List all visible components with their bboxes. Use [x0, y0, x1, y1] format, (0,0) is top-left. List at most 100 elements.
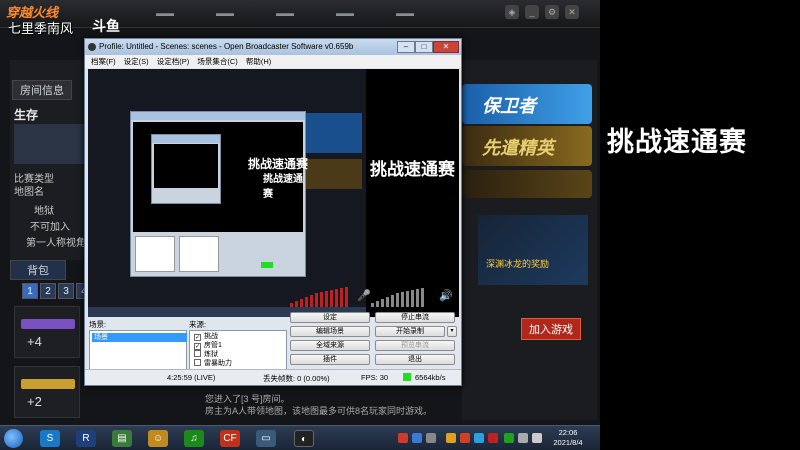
- obs-taskbar-icon[interactable]: ◐: [294, 430, 314, 447]
- nested-status-light: [261, 262, 273, 268]
- reward-panel: 深渊冰龙的奖励: [478, 215, 588, 285]
- browser-icon[interactable]: S: [40, 430, 60, 447]
- app-icon[interactable]: ☺: [148, 430, 168, 447]
- room-info-button[interactable]: 房间信息: [12, 80, 72, 100]
- game-tab[interactable]: ▬▬: [200, 4, 250, 22]
- game-tab[interactable]: ▬▬: [320, 4, 370, 22]
- minimize-button[interactable]: –: [397, 41, 415, 53]
- stop-stream-button[interactable]: 停止串流: [375, 312, 455, 323]
- game-icon[interactable]: CF: [220, 430, 240, 447]
- gear-icon[interactable]: ⚙: [545, 5, 559, 19]
- music-icon[interactable]: ♫: [184, 430, 204, 447]
- reward-text: 深渊冰龙的奖励: [486, 259, 550, 269]
- maximize-button[interactable]: □: [415, 41, 433, 53]
- obs-status-bar: 4:25:59 (LIVE) 丢失帧数: 0 (0.00%) FPS: 30 6…: [85, 369, 461, 385]
- tray-icon[interactable]: [398, 433, 408, 443]
- source-name: 挑战: [204, 333, 218, 340]
- close-button[interactable]: ✕: [433, 41, 459, 53]
- checkbox[interactable]: [194, 359, 201, 366]
- mode-banner-3[interactable]: [462, 170, 592, 198]
- page-button-3[interactable]: 3: [58, 283, 74, 299]
- settings-button[interactable]: 设定: [290, 312, 370, 323]
- weapon-slot[interactable]: +4: [14, 306, 80, 358]
- tray-icon[interactable]: [460, 433, 470, 443]
- checkbox[interactable]: ✓: [194, 343, 201, 350]
- volume-icon[interactable]: [532, 433, 542, 443]
- slot-count: +4: [27, 334, 42, 349]
- backpack-tab[interactable]: 背包: [10, 260, 66, 280]
- platform-watermark: 斗鱼: [92, 18, 120, 34]
- nested-obs-window: 挑战速通赛: [130, 111, 306, 277]
- tray-icon[interactable]: [474, 433, 484, 443]
- speaker-icon[interactable]: 🔊: [439, 289, 453, 303]
- microphone-icon[interactable]: 🎤: [357, 289, 371, 303]
- app-icon[interactable]: ▤: [112, 430, 132, 447]
- game-tab[interactable]: ▬▬: [380, 4, 430, 22]
- app-icon[interactable]: R: [76, 430, 96, 447]
- page-button-2[interactable]: 2: [40, 283, 56, 299]
- source-item[interactable]: 炼狱: [194, 350, 218, 359]
- taskbar-clock[interactable]: 22:06 2021/8/4: [548, 428, 588, 448]
- menu-help[interactable]: 帮助(H): [246, 55, 271, 68]
- fps-readout: FPS: 30: [361, 373, 389, 382]
- menu-settings[interactable]: 设定(S): [124, 55, 149, 68]
- source-item[interactable]: 雷暴助力: [194, 359, 232, 368]
- mode-banner-defender[interactable]: 保卫者: [462, 84, 592, 124]
- tray-icon[interactable]: [426, 433, 436, 443]
- menu-profiles[interactable]: 设定档(P): [157, 55, 190, 68]
- weapon-image: [21, 379, 75, 389]
- checkbox[interactable]: ✓: [194, 334, 201, 341]
- sources-label: 来源:: [189, 320, 207, 329]
- nested-preview-2: [154, 144, 218, 188]
- game-tab[interactable]: ▬▬: [260, 4, 310, 22]
- source-item[interactable]: ✓ 房管1: [194, 341, 222, 350]
- menu-scene-collection[interactable]: 场景集合(C): [197, 55, 237, 68]
- source-item[interactable]: ✓ 挑战: [194, 332, 218, 341]
- chat-line: 房主为A人带领地图，该地图最多可供8名玩家同时游戏。: [205, 406, 433, 416]
- join-game-button[interactable]: 加入游戏: [521, 318, 581, 340]
- menu-file[interactable]: 档案(F): [91, 55, 116, 68]
- game-tab[interactable]: ▬▬: [140, 4, 190, 22]
- nested-scene-list: [135, 236, 175, 272]
- start-recording-button[interactable]: 开始录制: [375, 326, 445, 337]
- mic-volume-meter[interactable]: [290, 287, 356, 307]
- nested-title-bar: [131, 112, 305, 120]
- preview-stream-button[interactable]: 预览串流: [375, 340, 455, 351]
- global-sources-button[interactable]: 全域来源: [290, 340, 370, 351]
- close-icon[interactable]: ✕: [565, 5, 579, 19]
- weapon-image: [21, 319, 75, 329]
- shield-icon[interactable]: ◈: [505, 5, 519, 19]
- mode-banner-elite[interactable]: 先遣精英: [462, 126, 592, 166]
- desktop-volume-meter[interactable]: [371, 287, 437, 307]
- edit-scene-button[interactable]: 编辑场景: [290, 326, 370, 337]
- scene-list[interactable]: 场景: [89, 330, 187, 370]
- preview-stream-title: 挑战速通赛: [370, 160, 455, 179]
- checkbox[interactable]: [194, 350, 201, 357]
- bitrate-readout: 6564kb/s: [415, 373, 446, 382]
- plugins-button[interactable]: 插件: [290, 354, 370, 365]
- recording-dropdown-button[interactable]: ▾: [447, 326, 457, 337]
- window-icon[interactable]: ▭: [256, 430, 276, 447]
- source-list[interactable]: ✓ 挑战 ✓ 房管1 炼狱 雷暴助力: [189, 330, 287, 370]
- scene-item[interactable]: 场景: [92, 333, 187, 342]
- weapon-slot[interactable]: +2: [14, 366, 80, 418]
- network-icon[interactable]: [518, 433, 528, 443]
- start-button[interactable]: [4, 429, 23, 448]
- tray-icon[interactable]: [504, 433, 514, 443]
- view-mode: 第一人称视角: [26, 238, 86, 249]
- scenes-label: 场景:: [89, 320, 107, 329]
- exit-button[interactable]: 退出: [375, 354, 455, 365]
- dropped-frames: 丢失帧数: 0 (0.00%): [263, 374, 330, 383]
- tray-icon[interactable]: [446, 433, 456, 443]
- minimize-icon[interactable]: _: [525, 5, 539, 19]
- difficulty-value: 地狱: [34, 206, 54, 217]
- clock-date: 2021/8/4: [553, 438, 583, 447]
- obs-preview[interactable]: 挑战速通赛 挑战速通赛 挑战速通赛: [88, 69, 459, 317]
- tray-icon[interactable]: [412, 433, 422, 443]
- source-name: 炼狱: [204, 351, 218, 358]
- tray-icon[interactable]: [488, 433, 498, 443]
- page-button-1[interactable]: 1: [22, 283, 38, 299]
- stream-status-light: [403, 373, 411, 381]
- preview-overlay-title: 挑战速通赛: [248, 157, 309, 171]
- obs-title-bar[interactable]: Profile: Untitled - Scenes: scenes - Ope…: [85, 39, 461, 55]
